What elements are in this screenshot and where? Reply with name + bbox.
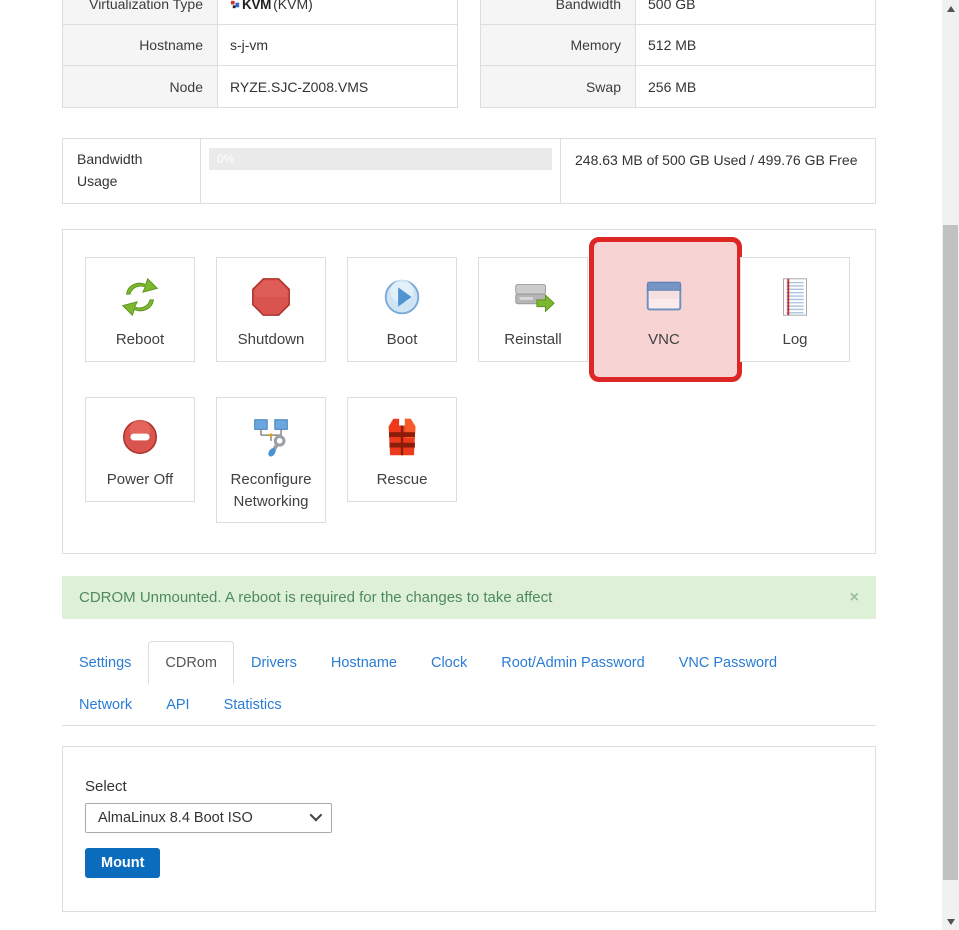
power-off-label: Power Off	[107, 469, 173, 491]
boot-label: Boot	[387, 329, 418, 351]
table-row: Swap 256 MB	[481, 66, 875, 107]
tab-network[interactable]: Network	[62, 685, 149, 725]
table-row: Hostname s-j-vm	[63, 25, 457, 66]
tab-vnc-password[interactable]: VNC Password	[662, 641, 794, 685]
memory-value: 512 MB	[636, 25, 875, 65]
shutdown-label: Shutdown	[238, 329, 305, 351]
vertical-scrollbar[interactable]	[942, 0, 959, 930]
reconfigure-networking-button[interactable]: Reconfigure Networking	[216, 397, 326, 524]
reboot-button[interactable]: Reboot	[85, 257, 195, 362]
mount-button[interactable]: Mount	[85, 848, 160, 878]
scroll-down-arrow-icon[interactable]	[942, 913, 959, 930]
reboot-label: Reboot	[116, 329, 164, 351]
alert-message: CDROM Unmounted. A reboot is required fo…	[79, 589, 552, 606]
boot-icon	[379, 274, 425, 320]
info-tables-row: Virtualization Type KVM (KVM) Hostname s…	[62, 0, 876, 108]
reconfigure-networking-icon	[248, 414, 294, 460]
tab-clock[interactable]: Clock	[414, 641, 484, 685]
swap-value: 256 MB	[636, 66, 875, 107]
shutdown-icon	[248, 274, 294, 320]
table-row: Memory 512 MB	[481, 25, 875, 66]
vm-info-table-right: Bandwidth 500 GB Memory 512 MB Swap 256 …	[480, 0, 876, 108]
chevron-down-icon	[310, 808, 323, 821]
actions-row-2: Power Off Reconfigure Networking	[85, 397, 875, 524]
log-label: Log	[782, 329, 807, 351]
tab-cdrom[interactable]: CDRom	[148, 641, 234, 685]
node-label: Node	[63, 66, 218, 107]
table-row: Virtualization Type KVM (KVM)	[63, 0, 457, 25]
bandwidth-progress-cell: 0%	[201, 139, 561, 203]
virtualization-type-label: Virtualization Type	[63, 0, 218, 24]
iso-select-value: AlmaLinux 8.4 Boot ISO	[98, 810, 253, 826]
bandwidth-label: Bandwidth	[481, 0, 636, 24]
bandwidth-progress-bar: 0%	[209, 148, 552, 170]
rescue-button[interactable]: Rescue	[347, 397, 457, 502]
boot-button[interactable]: Boot	[347, 257, 457, 362]
bandwidth-percent-label: 0%	[209, 148, 234, 170]
tab-root-admin-password[interactable]: Root/Admin Password	[484, 641, 661, 685]
close-icon[interactable]: ×	[850, 590, 859, 606]
bandwidth-usage-label: Bandwidth Usage	[63, 139, 201, 203]
rescue-label: Rescue	[377, 469, 428, 491]
tab-hostname[interactable]: Hostname	[314, 641, 414, 685]
select-label: Select	[85, 778, 853, 795]
actions-panel: Reboot Shutdown Boot	[62, 229, 876, 554]
reinstall-button[interactable]: Reinstall	[478, 257, 588, 362]
cdrom-panel: Select AlmaLinux 8.4 Boot ISO Mount	[62, 746, 876, 912]
scrollbar-thumb[interactable]	[943, 225, 958, 880]
bandwidth-usage-row: Bandwidth Usage 0% 248.63 MB of 500 GB U…	[62, 138, 876, 204]
swap-label: Swap	[481, 66, 636, 107]
node-value: RYZE.SJC-Z008.VMS	[218, 66, 457, 107]
reboot-icon	[117, 274, 163, 320]
tab-row-2: Network API Statistics	[62, 685, 876, 725]
kvm-logo-icon	[230, 0, 241, 10]
shutdown-button[interactable]: Shutdown	[216, 257, 326, 362]
vm-info-table-left: Virtualization Type KVM (KVM) Hostname s…	[62, 0, 458, 108]
tab-statistics[interactable]: Statistics	[207, 685, 299, 725]
reinstall-icon	[510, 274, 556, 320]
virtualization-type-text: (KVM)	[273, 0, 313, 12]
log-button[interactable]: Log	[740, 257, 850, 362]
table-row: Node RYZE.SJC-Z008.VMS	[63, 66, 457, 107]
table-row: Bandwidth 500 GB	[481, 0, 875, 25]
settings-tabs: Settings CDRom Drivers Hostname Clock Ro…	[62, 641, 876, 726]
rescue-icon	[379, 414, 425, 460]
tab-api[interactable]: API	[149, 685, 206, 725]
scroll-up-arrow-icon[interactable]	[942, 0, 959, 17]
tabs-divider	[62, 725, 876, 726]
bandwidth-value: 500 GB	[636, 0, 875, 24]
hostname-label: Hostname	[63, 25, 218, 65]
cdrom-alert: CDROM Unmounted. A reboot is required fo…	[62, 576, 876, 619]
bandwidth-usage-detail: 248.63 MB of 500 GB Used / 499.76 GB Fre…	[561, 139, 875, 203]
memory-label: Memory	[481, 25, 636, 65]
iso-select[interactable]: AlmaLinux 8.4 Boot ISO	[85, 803, 332, 833]
vnc-button[interactable]: VNC	[609, 257, 719, 362]
vm-management-page: Virtualization Type KVM (KVM) Hostname s…	[0, 0, 959, 930]
kvm-logo-text: KVM	[242, 0, 271, 12]
vnc-window-icon	[641, 274, 687, 320]
tab-drivers[interactable]: Drivers	[234, 641, 314, 685]
power-off-button[interactable]: Power Off	[85, 397, 195, 502]
power-off-icon	[117, 414, 163, 460]
virtualization-type-value: KVM (KVM)	[218, 0, 457, 24]
vnc-label: VNC	[648, 329, 680, 351]
tab-row-1: Settings CDRom Drivers Hostname Clock Ro…	[62, 641, 876, 685]
kvm-logo: KVM	[230, 0, 271, 12]
reinstall-label: Reinstall	[504, 329, 562, 351]
hostname-value: s-j-vm	[218, 25, 457, 65]
actions-row-1: Reboot Shutdown Boot	[85, 257, 875, 362]
log-icon	[772, 274, 818, 320]
tab-settings[interactable]: Settings	[62, 641, 148, 685]
main-content: Virtualization Type KVM (KVM) Hostname s…	[62, 0, 876, 912]
reconfigure-networking-label: Reconfigure Networking	[221, 469, 321, 513]
